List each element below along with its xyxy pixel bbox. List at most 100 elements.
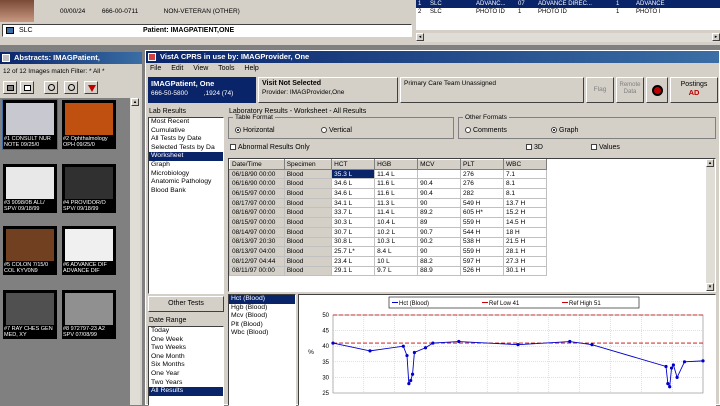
- abstract-thumbnail[interactable]: #1 CONSULT NUR NOTE 09/25/0: [2, 99, 58, 150]
- grid-cell[interactable]: Blood: [283, 226, 333, 238]
- grid-cell[interactable]: 08/13/97 20:30: [229, 236, 285, 248]
- grid-cell[interactable]: 06/16/90 00:00: [229, 178, 285, 190]
- grid-cell[interactable]: 06/18/90 00:00: [229, 168, 285, 180]
- abstracts-titlebar[interactable]: Abstracts: IMAGPatient,: [0, 52, 142, 64]
- scroll-up-button[interactable]: ▴: [131, 98, 139, 106]
- grid-cell[interactable]: 30.3 L: [331, 217, 376, 228]
- grid-cell[interactable]: 10.3 L: [374, 236, 419, 248]
- grid-cell[interactable]: 06/15/97 00:00: [229, 188, 285, 199]
- grid-cell[interactable]: Blood: [283, 265, 333, 277]
- visit-panel[interactable]: Visit Not Selected Provider: IMAGProvide…: [258, 77, 398, 103]
- grid-cell[interactable]: 34.1 L: [331, 197, 376, 209]
- grid-row[interactable]: 08/14/97 00:00 Blood 30.7 L 10.2 L 90.7 544 H…: [229, 226, 548, 238]
- grid-column-header[interactable]: Date/Time: [229, 159, 285, 170]
- grid-cell[interactable]: 549 H: [460, 197, 504, 209]
- lab-results-item[interactable]: Selected Tests by Da: [149, 144, 223, 153]
- grid-cell[interactable]: 11.6 L: [374, 188, 419, 199]
- grid-row[interactable]: 06/18/90 00:00 Blood 35.3 L 11.4 L 276 7.1: [229, 168, 548, 180]
- grid-cell[interactable]: 8.4 L: [374, 246, 419, 257]
- menu-tools[interactable]: Tools: [218, 65, 234, 72]
- grid-cell[interactable]: Blood: [283, 178, 333, 190]
- grid-cell[interactable]: 29.1 L: [331, 265, 376, 277]
- cprs-titlebar[interactable]: VistA CPRS in use by: IMAGProvider, One: [146, 51, 719, 63]
- other-tests-button[interactable]: Other Tests: [148, 296, 224, 312]
- date-range-item[interactable]: Six Months: [149, 361, 223, 370]
- grid-cell[interactable]: 08/15/97 00:00: [229, 217, 285, 228]
- abstract-thumbnail[interactable]: #2 Ophthalmology OPH 09/25/0: [62, 100, 116, 149]
- grid-cell[interactable]: 538 H: [460, 236, 504, 248]
- grid-row[interactable]: 08/13/97 04:00 Blood 25.7 L* 8.4 L 90 559 H 28…: [229, 246, 548, 257]
- grid-row[interactable]: 08/15/97 00:00 Blood 30.3 L 10.4 L 89 559 H 14…: [229, 217, 548, 228]
- grid-cell[interactable]: 8.1: [502, 188, 548, 199]
- grid-cell[interactable]: 90.4: [417, 178, 462, 190]
- grid-cell[interactable]: 90: [417, 246, 462, 257]
- grid-cell[interactable]: 10.2 L: [374, 226, 419, 238]
- grid-cell[interactable]: 30.7 L: [331, 226, 376, 238]
- vertical-radio[interactable]: Vertical: [321, 127, 352, 134]
- grid-column-header[interactable]: WBC: [502, 159, 548, 170]
- scroll-right-button[interactable]: ▸: [712, 33, 720, 41]
- grid-cell[interactable]: 30.1 H: [502, 265, 548, 277]
- 3d-checkbox[interactable]: 3D: [526, 144, 543, 151]
- grid-cell[interactable]: Blood: [283, 207, 333, 219]
- grid-cell[interactable]: 11.4 L: [374, 168, 419, 180]
- slc-row[interactable]: SLC Patient: IMAGPATIENT,ONE: [2, 24, 412, 37]
- menu-help[interactable]: Help: [244, 65, 258, 72]
- horizontal-radio[interactable]: Horizontal: [235, 127, 275, 134]
- grid-cell[interactable]: 89.2: [417, 207, 462, 219]
- filter-button[interactable]: [84, 81, 98, 94]
- menu-edit[interactable]: Edit: [171, 65, 183, 72]
- grid-row[interactable]: 08/13/97 20:30 Blood 30.8 L 10.3 L 90.2 538 H…: [229, 236, 548, 248]
- grid-cell[interactable]: 90.4: [417, 188, 462, 199]
- graph-radio[interactable]: Graph: [551, 127, 578, 134]
- grid-cell[interactable]: 605 H*: [460, 207, 504, 219]
- patient-name-panel[interactable]: IMAGPatient, One 666-50-5800 ,1924 (74): [148, 77, 256, 103]
- grid-cell[interactable]: 27.3 H: [502, 255, 548, 267]
- remote-data-button[interactable]: Remote Data: [616, 77, 644, 103]
- grid-cell[interactable]: 18 H: [502, 226, 548, 238]
- lab-results-item[interactable]: Blood Bank: [149, 187, 223, 196]
- grid-cell[interactable]: 28.1 H: [502, 246, 548, 257]
- grid-column-header[interactable]: PLT: [460, 159, 504, 170]
- grid-cell[interactable]: 23.4 L: [331, 255, 376, 267]
- grid-cell[interactable]: 90: [417, 197, 462, 209]
- grid-cell[interactable]: 14.5 H: [502, 217, 548, 228]
- grid-cell[interactable]: 35.3 L: [331, 168, 376, 180]
- lab-results-item[interactable]: Worksheet: [149, 152, 223, 161]
- grid-cell[interactable]: 11.4 L: [374, 207, 419, 219]
- alarm-button[interactable]: [646, 77, 668, 103]
- date-range-list[interactable]: Today One Week Two Weeks One Month Six Month…: [148, 326, 224, 406]
- grid-cell[interactable]: 10 L: [374, 255, 419, 267]
- grid-cell[interactable]: 15.2 H: [502, 207, 548, 219]
- grid-cell[interactable]: 30.8 L: [331, 236, 376, 248]
- background-right-table[interactable]: 1 SLC ADVANC... 07 ADVANCE DIREC... 1 ADVANCE 2…: [416, 0, 720, 30]
- thumbnail-view-button[interactable]: [3, 81, 17, 94]
- values-checkbox[interactable]: Values: [591, 144, 620, 151]
- grid-cell[interactable]: 90.7: [417, 226, 462, 238]
- grid-cell[interactable]: 33.7 L: [331, 207, 376, 219]
- grid-row[interactable]: 08/16/97 00:00 Blood 33.7 L 11.4 L 89.2 605 H…: [229, 207, 548, 219]
- grid-cell[interactable]: 276: [460, 168, 504, 180]
- grid-cell[interactable]: 08/11/97 00:00: [229, 265, 285, 277]
- date-range-item[interactable]: One Month: [149, 353, 223, 362]
- lab-results-item[interactable]: Most Recent: [149, 118, 223, 127]
- zoom-in-button[interactable]: [44, 81, 58, 94]
- grid-cell[interactable]: 559 H: [460, 217, 504, 228]
- lab-results-item[interactable]: Anatomic Pathology: [149, 178, 223, 187]
- abnormal-results-checkbox[interactable]: Abnormal Results Only: [230, 144, 310, 151]
- scroll-up-button[interactable]: ▴: [706, 159, 714, 167]
- grid-cell[interactable]: [417, 168, 462, 180]
- abstract-thumbnail[interactable]: #5 COLON 7/15/0 COL KYV0N9: [3, 226, 57, 275]
- grid-cell[interactable]: Blood: [283, 255, 333, 267]
- menu-view[interactable]: View: [193, 65, 208, 72]
- abstract-thumbnail[interactable]: #6 ADVANCE DIF ADVANCE DIF: [62, 226, 116, 275]
- date-range-item[interactable]: All Results: [149, 387, 223, 396]
- grid-column-header[interactable]: MCV: [417, 159, 462, 170]
- grid-row[interactable]: 08/11/97 00:00 Blood 29.1 L 9.7 L 88.9 526 H3…: [229, 265, 548, 277]
- grid-cell[interactable]: Blood: [283, 188, 333, 199]
- grid-cell[interactable]: 7.1: [502, 168, 548, 180]
- grid-cell[interactable]: 25.7 L*: [331, 246, 376, 257]
- grid-row[interactable]: 06/16/90 00:00 Blood 34.6 L 11.6 L 90.4 276 8.…: [229, 178, 548, 190]
- care-team-panel[interactable]: Primary Care Team Unassigned: [400, 77, 584, 103]
- grid-row[interactable]: 08/12/97 04:44 Blood 23.4 L 10 L 88.2 597 H 27…: [229, 255, 548, 267]
